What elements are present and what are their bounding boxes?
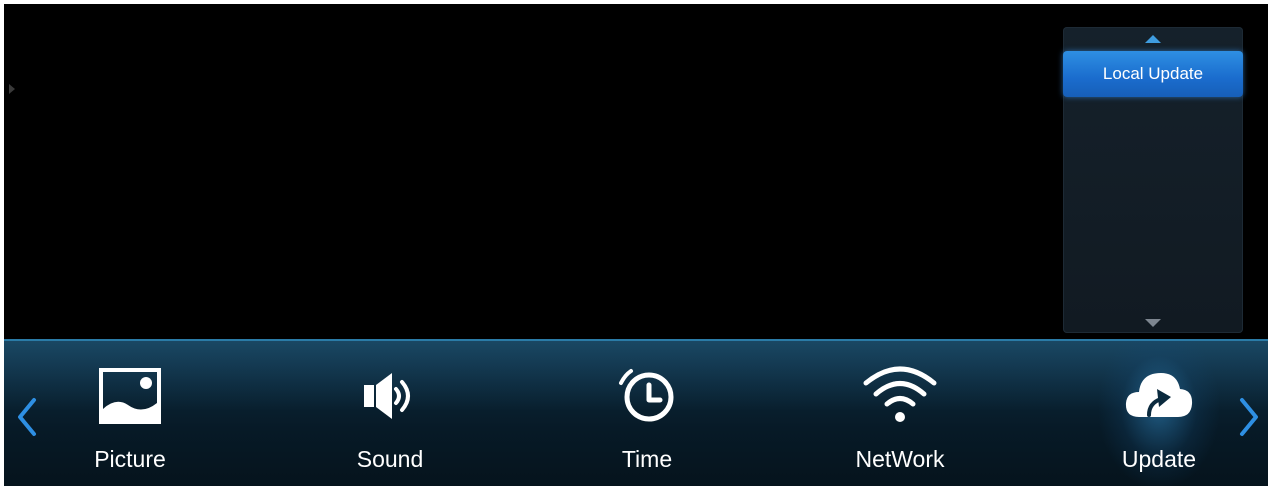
settings-menu-bar: Picture Sound Time NetWork Update [4, 339, 1268, 486]
chevron-right-icon[interactable] [1236, 396, 1262, 438]
speaker-icon [364, 373, 410, 419]
cloud-upload-icon [1125, 373, 1193, 417]
submenu-item-local-update[interactable]: Local Update [1063, 51, 1243, 97]
menu-label-time: Time [621, 446, 673, 472]
tv-screen: Local Update Picture Sound Time NetWork … [4, 4, 1268, 486]
wifi-icon [863, 366, 937, 422]
menu-label-update: Update [1121, 446, 1197, 472]
picture-icon [99, 368, 161, 424]
menu-item-sound[interactable]: Sound [310, 341, 470, 486]
menu-item-time[interactable]: Time [567, 341, 727, 486]
update-submenu: Local Update [1063, 27, 1243, 333]
menu-item-update[interactable]: Update [1079, 341, 1239, 486]
menu-item-picture[interactable]: Picture [50, 341, 210, 486]
left-edge-marker-icon [9, 84, 15, 94]
menu-label-sound: Sound [356, 446, 424, 472]
clock-icon [619, 369, 674, 422]
chevron-left-icon[interactable] [14, 396, 40, 438]
scroll-down-icon[interactable] [1145, 319, 1161, 327]
menu-label-network: NetWork [855, 446, 945, 472]
menu-item-network[interactable]: NetWork [820, 341, 980, 486]
scroll-up-icon[interactable] [1145, 35, 1161, 43]
menu-label-picture: Picture [94, 446, 166, 472]
